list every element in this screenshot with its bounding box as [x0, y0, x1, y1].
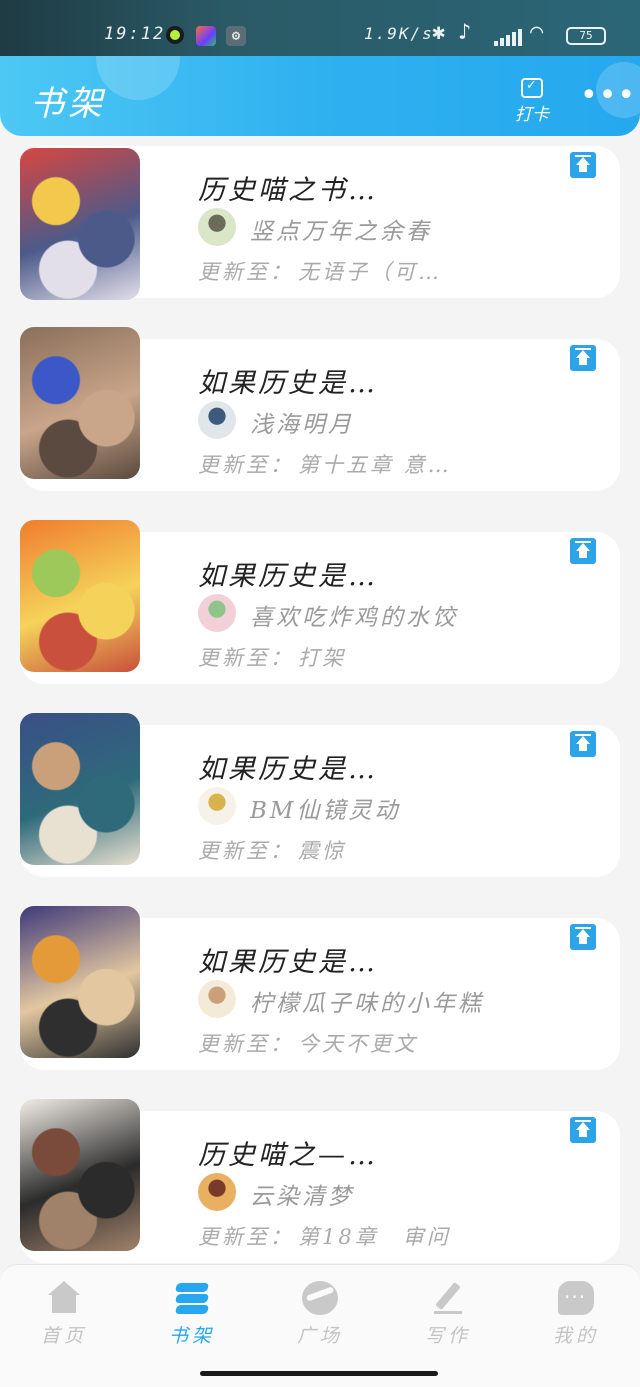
- nav-item-home[interactable]: 首页: [14, 1281, 114, 1351]
- book-title: 历史喵之书…: [198, 175, 378, 206]
- game-app-icon: [196, 26, 216, 46]
- bookshelf-list[interactable]: 历史喵之书… 竖点万年之余春 更新至： 无语子（可… 如果历史是… 浅海明月 更新…: [0, 136, 640, 1264]
- pin-to-top-icon[interactable]: [570, 1117, 596, 1143]
- status-time: 19:12: [104, 24, 166, 44]
- update-prefix: 更新至：: [198, 839, 294, 863]
- author-avatar[interactable]: [198, 208, 236, 246]
- latest-update: 更新至： 第18章 审问: [198, 1221, 451, 1251]
- book-cover[interactable]: [20, 713, 140, 865]
- page-title: 书架: [30, 84, 106, 124]
- calendar-check-icon: [521, 78, 543, 98]
- update-prefix: 更新至：: [198, 646, 294, 670]
- book-cover[interactable]: [20, 148, 140, 300]
- nav-item-plaza[interactable]: 广场: [270, 1281, 370, 1351]
- bookshelf-icon: [174, 1281, 210, 1315]
- author-avatar[interactable]: [198, 980, 236, 1018]
- book-title: 如果历史是…: [198, 561, 378, 592]
- home-indicator[interactable]: [200, 1371, 438, 1376]
- latest-update: 更新至： 今天不更文: [198, 1028, 418, 1058]
- app-header: 书架 打卡 •••: [0, 56, 640, 136]
- book-cover[interactable]: [20, 327, 140, 479]
- author-name: 浅海明月: [250, 412, 354, 438]
- update-chapter: 第十五章 意…: [298, 453, 452, 477]
- pin-to-top-icon[interactable]: [570, 731, 596, 757]
- update-chapter: 打架: [298, 646, 346, 670]
- bluetooth-icon: ✱: [432, 20, 446, 45]
- book-title: 如果历史是…: [198, 754, 378, 785]
- cell-signal-icon: [494, 28, 522, 46]
- author-name: 竖点万年之余春: [250, 219, 432, 245]
- author-name: 喜欢吃炸鸡的水饺: [250, 605, 458, 631]
- nav-label: 书架: [168, 1325, 215, 1347]
- pin-to-top-icon[interactable]: [570, 345, 596, 371]
- book-title: 如果历史是…: [198, 368, 378, 399]
- home-icon: [46, 1281, 82, 1315]
- book-title: 如果历史是…: [198, 947, 378, 978]
- latest-update: 更新至： 打架: [198, 642, 346, 672]
- nav-label: 首页: [40, 1325, 87, 1347]
- checkin-button[interactable]: 打卡: [512, 78, 552, 126]
- author-avatar[interactable]: [198, 401, 236, 439]
- nav-item-me[interactable]: 我的: [526, 1281, 626, 1351]
- nav-label: 广场: [296, 1325, 343, 1347]
- more-dots-icon[interactable]: •••: [580, 81, 635, 111]
- update-chapter: 今天不更文: [298, 1032, 418, 1056]
- pin-to-top-icon[interactable]: [570, 152, 596, 178]
- update-chapter: 第18章 审问: [298, 1225, 451, 1249]
- latest-update: 更新至： 无语子（可…: [198, 256, 442, 286]
- decor-bubble: [96, 56, 180, 100]
- chat-bubble-icon: [558, 1281, 594, 1315]
- nav-item-bookshelf[interactable]: 书架: [142, 1281, 242, 1351]
- update-chapter: 无语子（可…: [298, 260, 442, 284]
- book-cover[interactable]: [20, 1099, 140, 1251]
- latest-update: 更新至： 第十五章 意…: [198, 449, 452, 479]
- checkin-label: 打卡: [515, 105, 549, 125]
- author-name: 云染清梦: [250, 1184, 354, 1210]
- update-prefix: 更新至：: [198, 260, 294, 284]
- book-cover[interactable]: [20, 520, 140, 672]
- update-prefix: 更新至：: [198, 1225, 294, 1249]
- author-name: 柠檬瓜子味的小年糕: [250, 991, 484, 1017]
- nav-label: 写作: [424, 1325, 471, 1347]
- author-avatar[interactable]: [198, 594, 236, 632]
- pin-to-top-icon[interactable]: [570, 924, 596, 950]
- pin-to-top-icon[interactable]: [570, 538, 596, 564]
- author-avatar[interactable]: [198, 1173, 236, 1211]
- pen-icon: [430, 1281, 466, 1315]
- status-bar: 19:12 ⚙ 1.9K/s ✱ ♪ ◠ 75: [0, 0, 640, 56]
- planet-icon: [302, 1281, 338, 1315]
- nav-label: 我的: [552, 1325, 599, 1347]
- author-name: BM仙镜灵动: [250, 798, 401, 824]
- network-speed: 1.9K/s: [364, 24, 434, 43]
- update-prefix: 更新至：: [198, 453, 294, 477]
- latest-update: 更新至： 震惊: [198, 835, 346, 865]
- settings-gear-icon: ⚙: [226, 26, 246, 46]
- wifi-icon: ◠: [530, 20, 544, 45]
- notification-dot-icon: [166, 26, 184, 44]
- author-avatar[interactable]: [198, 787, 236, 825]
- nav-item-write[interactable]: 写作: [398, 1281, 498, 1351]
- update-prefix: 更新至：: [198, 1032, 294, 1056]
- bottom-nav: 首页 书架 广场 写作 我的: [0, 1264, 640, 1387]
- book-cover[interactable]: [20, 906, 140, 1058]
- mute-icon: ♪: [458, 20, 472, 45]
- book-title: 历史喵之—…: [198, 1140, 378, 1171]
- update-chapter: 震惊: [298, 839, 346, 863]
- battery-indicator: 75: [566, 27, 606, 45]
